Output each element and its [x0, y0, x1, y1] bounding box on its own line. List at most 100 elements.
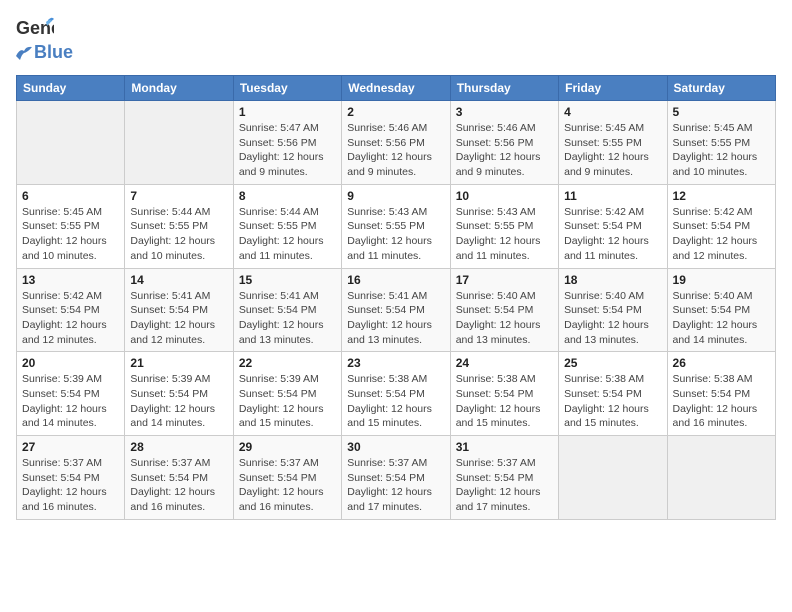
day-number: 17 — [456, 273, 553, 287]
day-info: Sunrise: 5:37 AMSunset: 5:54 PMDaylight:… — [456, 456, 553, 515]
calendar-cell: 13 Sunrise: 5:42 AMSunset: 5:54 PMDayligh… — [17, 268, 125, 352]
day-info: Sunrise: 5:39 AMSunset: 5:54 PMDaylight:… — [130, 372, 227, 431]
day-info: Sunrise: 5:40 AMSunset: 5:54 PMDaylight:… — [564, 289, 661, 348]
day-number: 8 — [239, 189, 336, 203]
calendar-cell: 14Sunrise: 5:41 AMSunset: 5:54 PMDayligh… — [125, 268, 233, 352]
calendar-cell — [125, 101, 233, 185]
day-number: 1 — [239, 105, 336, 119]
calendar-cell: 5 Sunrise: 5:45 AMSunset: 5:55 PMDaylight… — [667, 101, 775, 185]
day-info: Sunrise: 5:43 AMSunset: 5:55 PMDaylight:… — [456, 205, 553, 264]
calendar-cell: 3 Sunrise: 5:46 AMSunset: 5:56 PMDaylight… — [450, 101, 558, 185]
day-info: Sunrise: 5:45 AMSunset: 5:55 PMDaylight:… — [22, 205, 119, 264]
day-info: Sunrise: 5:39 AMSunset: 5:54 PMDaylight:… — [239, 372, 336, 431]
calendar-cell: 11 Sunrise: 5:42 AMSunset: 5:54 PMDayligh… — [559, 184, 667, 268]
calendar-cell: 25 Sunrise: 5:38 AMSunset: 5:54 PMDayligh… — [559, 352, 667, 436]
calendar-cell: 28 Sunrise: 5:37 AMSunset: 5:54 PMDayligh… — [125, 436, 233, 520]
day-info: Sunrise: 5:45 AMSunset: 5:55 PMDaylight:… — [673, 121, 770, 180]
calendar-cell: 31 Sunrise: 5:37 AMSunset: 5:54 PMDayligh… — [450, 436, 558, 520]
calendar-header-row: SundayMondayTuesdayWednesdayThursdayFrid… — [17, 76, 776, 101]
day-number: 15 — [239, 273, 336, 287]
day-info: Sunrise: 5:42 AMSunset: 5:54 PMDaylight:… — [673, 205, 770, 264]
day-number: 18 — [564, 273, 661, 287]
day-info: Sunrise: 5:44 AMSunset: 5:55 PMDaylight:… — [239, 205, 336, 264]
calendar-cell: 19Sunrise: 5:40 AMSunset: 5:54 PMDayligh… — [667, 268, 775, 352]
calendar-cell: 20Sunrise: 5:39 AMSunset: 5:54 PMDayligh… — [17, 352, 125, 436]
page-header: General Blue — [16, 16, 776, 63]
day-number: 26 — [673, 356, 770, 370]
day-info: Sunrise: 5:41 AMSunset: 5:54 PMDaylight:… — [239, 289, 336, 348]
calendar-cell: 29 Sunrise: 5:37 AMSunset: 5:54 PMDayligh… — [233, 436, 341, 520]
day-info: Sunrise: 5:47 AMSunset: 5:56 PMDaylight:… — [239, 121, 336, 180]
day-number: 20 — [22, 356, 119, 370]
day-number: 22 — [239, 356, 336, 370]
weekday-header: Saturday — [667, 76, 775, 101]
day-info: Sunrise: 5:38 AMSunset: 5:54 PMDaylight:… — [347, 372, 444, 431]
day-info: Sunrise: 5:37 AMSunset: 5:54 PMDaylight:… — [239, 456, 336, 515]
day-number: 30 — [347, 440, 444, 454]
calendar-cell: 18 Sunrise: 5:40 AMSunset: 5:54 PMDayligh… — [559, 268, 667, 352]
day-number: 19 — [673, 273, 770, 287]
weekday-header: Sunday — [17, 76, 125, 101]
day-number: 10 — [456, 189, 553, 203]
day-info: Sunrise: 5:46 AMSunset: 5:56 PMDaylight:… — [456, 121, 553, 180]
day-number: 4 — [564, 105, 661, 119]
day-number: 29 — [239, 440, 336, 454]
calendar-week-row: 27 Sunrise: 5:37 AMSunset: 5:54 PMDayligh… — [17, 436, 776, 520]
day-info: Sunrise: 5:42 AMSunset: 5:54 PMDaylight:… — [564, 205, 661, 264]
day-info: Sunrise: 5:37 AMSunset: 5:54 PMDaylight:… — [22, 456, 119, 515]
calendar-cell: 4Sunrise: 5:45 AMSunset: 5:55 PMDaylight… — [559, 101, 667, 185]
calendar-cell: 9Sunrise: 5:43 AMSunset: 5:55 PMDaylight… — [342, 184, 450, 268]
calendar-week-row: 1 Sunrise: 5:47 AMSunset: 5:56 PMDaylight… — [17, 101, 776, 185]
calendar-week-row: 6 Sunrise: 5:45 AMSunset: 5:55 PMDaylight… — [17, 184, 776, 268]
calendar-cell — [559, 436, 667, 520]
calendar-cell: 21Sunrise: 5:39 AMSunset: 5:54 PMDayligh… — [125, 352, 233, 436]
day-number: 11 — [564, 189, 661, 203]
calendar-cell: 8 Sunrise: 5:44 AMSunset: 5:55 PMDaylight… — [233, 184, 341, 268]
calendar-cell: 15 Sunrise: 5:41 AMSunset: 5:54 PMDayligh… — [233, 268, 341, 352]
calendar-cell: 24Sunrise: 5:38 AMSunset: 5:54 PMDayligh… — [450, 352, 558, 436]
calendar-table: SundayMondayTuesdayWednesdayThursdayFrid… — [16, 75, 776, 520]
weekday-header: Friday — [559, 76, 667, 101]
day-info: Sunrise: 5:38 AMSunset: 5:54 PMDaylight:… — [564, 372, 661, 431]
day-number: 23 — [347, 356, 444, 370]
day-number: 14 — [130, 273, 227, 287]
day-number: 12 — [673, 189, 770, 203]
day-number: 16 — [347, 273, 444, 287]
day-number: 25 — [564, 356, 661, 370]
day-number: 6 — [22, 189, 119, 203]
calendar-cell: 2 Sunrise: 5:46 AMSunset: 5:56 PMDaylight… — [342, 101, 450, 185]
day-number: 27 — [22, 440, 119, 454]
day-number: 28 — [130, 440, 227, 454]
logo-text-blue: Blue — [34, 42, 73, 63]
day-number: 13 — [22, 273, 119, 287]
calendar-cell: 16 Sunrise: 5:41 AMSunset: 5:54 PMDayligh… — [342, 268, 450, 352]
calendar-cell: 26 Sunrise: 5:38 AMSunset: 5:54 PMDayligh… — [667, 352, 775, 436]
calendar-cell: 6 Sunrise: 5:45 AMSunset: 5:55 PMDaylight… — [17, 184, 125, 268]
calendar-week-row: 20 Sunrise: 5:39 AMSunset: 5:54 PMDayligh… — [17, 352, 776, 436]
day-number: 3 — [456, 105, 553, 119]
day-number: 2 — [347, 105, 444, 119]
calendar-cell: 10 Sunrise: 5:43 AMSunset: 5:55 PMDayligh… — [450, 184, 558, 268]
calendar-cell — [667, 436, 775, 520]
day-number: 7 — [130, 189, 227, 203]
calendar-cell — [17, 101, 125, 185]
day-number: 9 — [347, 189, 444, 203]
calendar-cell: 27 Sunrise: 5:37 AMSunset: 5:54 PMDayligh… — [17, 436, 125, 520]
weekday-header: Wednesday — [342, 76, 450, 101]
calendar-cell: 1 Sunrise: 5:47 AMSunset: 5:56 PMDaylight… — [233, 101, 341, 185]
logo: General Blue — [16, 16, 73, 63]
weekday-header: Monday — [125, 76, 233, 101]
calendar-cell: 7Sunrise: 5:44 AMSunset: 5:55 PMDaylight… — [125, 184, 233, 268]
weekday-header: Thursday — [450, 76, 558, 101]
day-info: Sunrise: 5:37 AMSunset: 5:54 PMDaylight:… — [130, 456, 227, 515]
day-info: Sunrise: 5:37 AMSunset: 5:54 PMDaylight:… — [347, 456, 444, 515]
day-info: Sunrise: 5:38 AMSunset: 5:54 PMDaylight:… — [456, 372, 553, 431]
day-number: 5 — [673, 105, 770, 119]
calendar-week-row: 13 Sunrise: 5:42 AMSunset: 5:54 PMDayligh… — [17, 268, 776, 352]
day-number: 31 — [456, 440, 553, 454]
day-info: Sunrise: 5:38 AMSunset: 5:54 PMDaylight:… — [673, 372, 770, 431]
day-info: Sunrise: 5:41 AMSunset: 5:54 PMDaylight:… — [347, 289, 444, 348]
calendar-cell: 12 Sunrise: 5:42 AMSunset: 5:54 PMDayligh… — [667, 184, 775, 268]
day-info: Sunrise: 5:42 AMSunset: 5:54 PMDaylight:… — [22, 289, 119, 348]
day-info: Sunrise: 5:46 AMSunset: 5:56 PMDaylight:… — [347, 121, 444, 180]
